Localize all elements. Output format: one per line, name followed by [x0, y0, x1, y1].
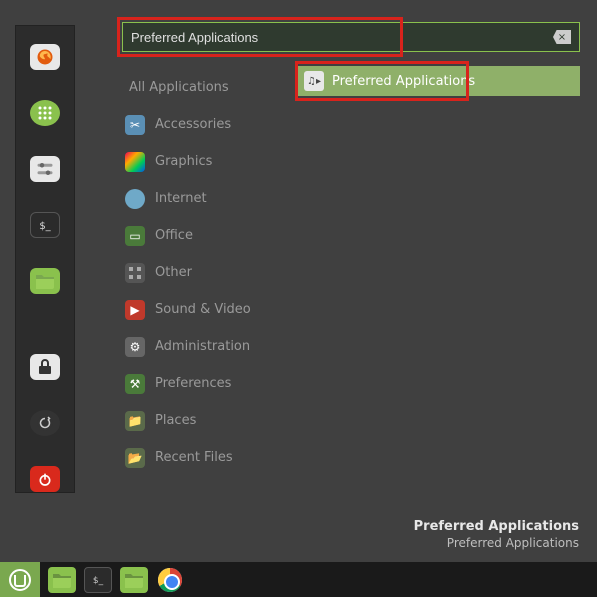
app-description: Preferred Applications Preferred Applica…: [414, 519, 579, 550]
lock-icon: [38, 359, 52, 375]
chrome-icon: [158, 568, 182, 592]
category-preferences[interactable]: ⚒ Preferences: [125, 365, 285, 402]
description-title: Preferred Applications: [414, 519, 579, 534]
taskbar: $_: [0, 562, 597, 597]
category-label: All Applications: [129, 80, 229, 95]
taskbar-chrome[interactable]: [156, 567, 184, 593]
result-preferred-applications[interactable]: ♫▸ Preferred Applications: [296, 66, 580, 96]
search-input[interactable]: [131, 30, 553, 45]
folder-icon: [52, 572, 72, 588]
taskbar-files-2[interactable]: [120, 567, 148, 593]
category-label: Administration: [155, 339, 250, 354]
category-graphics[interactable]: Graphics: [125, 143, 285, 180]
power-icon: [37, 471, 53, 487]
favorite-system-settings[interactable]: [30, 156, 60, 182]
favorite-firefox[interactable]: [30, 44, 60, 70]
favorite-terminal[interactable]: $_: [30, 212, 60, 239]
category-all-applications[interactable]: All Applications: [125, 69, 285, 106]
scissors-icon: ✂: [125, 115, 145, 135]
search-box[interactable]: ×: [122, 22, 580, 52]
favorite-logout[interactable]: [30, 410, 60, 436]
admin-icon: ⚙: [125, 337, 145, 357]
sliders-icon: [36, 160, 54, 178]
preferences-icon: ⚒: [125, 374, 145, 394]
category-label: Places: [155, 413, 196, 428]
category-administration[interactable]: ⚙ Administration: [125, 328, 285, 365]
folder-icon: 📁: [125, 411, 145, 431]
clear-search-button[interactable]: ×: [553, 30, 571, 44]
category-label: Sound & Video: [155, 302, 251, 317]
category-label: Graphics: [155, 154, 212, 169]
taskbar-terminal[interactable]: $_: [84, 567, 112, 593]
grid-icon: [125, 263, 145, 283]
category-label: Recent Files: [155, 450, 233, 465]
graphics-icon: [125, 152, 145, 172]
category-label: Preferences: [155, 376, 231, 391]
favorite-power[interactable]: [30, 466, 60, 492]
mint-menu-button[interactable]: [0, 562, 40, 597]
favorite-files[interactable]: [30, 268, 60, 294]
taskbar-files[interactable]: [48, 567, 76, 593]
folder-icon: [124, 572, 144, 588]
category-label: Accessories: [155, 117, 231, 132]
category-recent-files[interactable]: 📂 Recent Files: [125, 439, 285, 476]
category-accessories[interactable]: ✂ Accessories: [125, 106, 285, 143]
categories-list: All Applications ✂ Accessories Graphics …: [125, 69, 285, 476]
preferred-apps-icon: ♫▸: [304, 71, 324, 91]
grid-icon: [37, 105, 53, 121]
firefox-icon: [36, 48, 54, 66]
category-sound-video[interactable]: ▶ Sound & Video: [125, 291, 285, 328]
office-icon: ▭: [125, 226, 145, 246]
result-label: Preferred Applications: [332, 74, 475, 89]
category-other[interactable]: Other: [125, 254, 285, 291]
globe-icon: [125, 189, 145, 209]
favorite-software-manager[interactable]: [30, 100, 60, 126]
logout-icon: [36, 414, 54, 432]
category-internet[interactable]: Internet: [125, 180, 285, 217]
play-icon: ▶: [125, 300, 145, 320]
favorite-lock-screen[interactable]: [30, 354, 60, 380]
category-office[interactable]: ▭ Office: [125, 217, 285, 254]
mint-logo-icon: [9, 569, 31, 591]
description-subtitle: Preferred Applications: [414, 536, 579, 550]
recent-icon: 📂: [125, 448, 145, 468]
category-label: Other: [155, 265, 192, 280]
category-label: Internet: [155, 191, 207, 206]
category-label: Office: [155, 228, 193, 243]
folder-icon: [35, 273, 55, 289]
favorites-sidebar: $_: [15, 25, 75, 493]
category-places[interactable]: 📁 Places: [125, 402, 285, 439]
